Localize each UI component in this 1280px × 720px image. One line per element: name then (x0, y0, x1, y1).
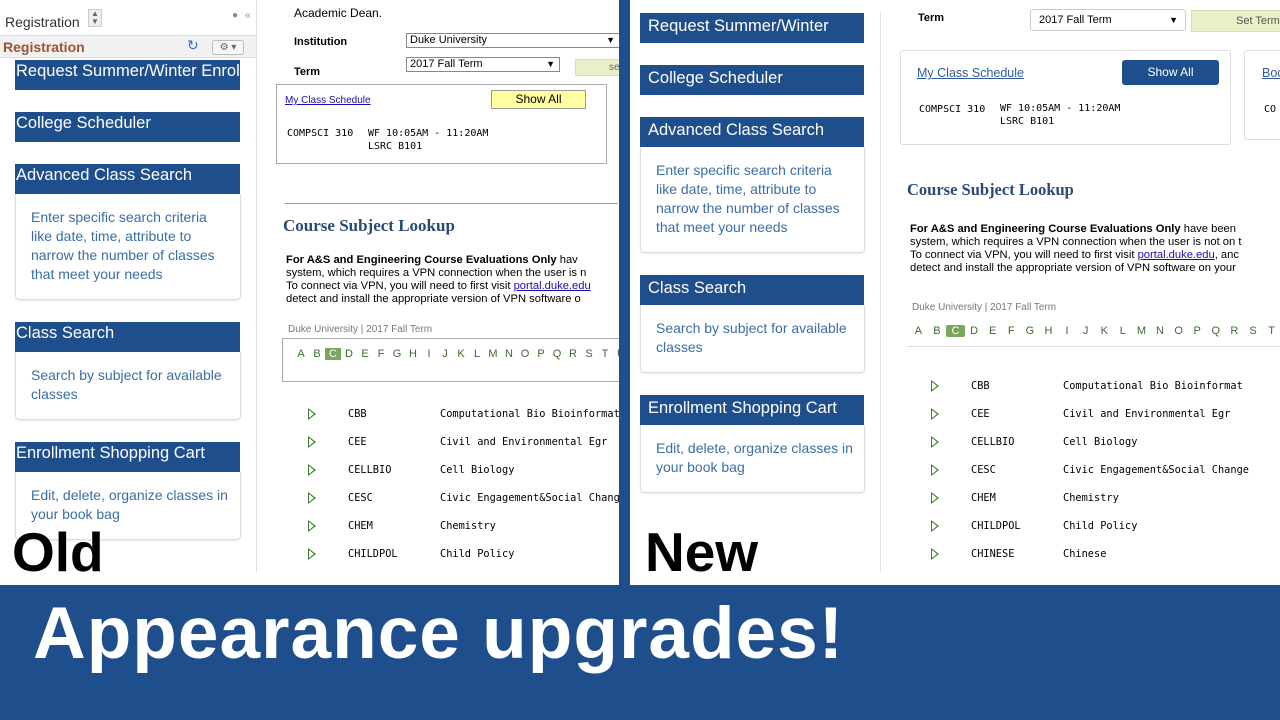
expand-arrow-icon[interactable] (931, 492, 939, 504)
subject-code: CHINESE (971, 548, 1015, 560)
subject-code: CELLBIO (971, 436, 1015, 448)
new-eval-line3-pre: To connect via VPN, you will need to fir… (910, 249, 1138, 261)
new-show-all-button[interactable]: Show All (1122, 60, 1219, 85)
new-letter[interactable]: T (1262, 325, 1280, 337)
new-letter[interactable]: A (909, 325, 928, 337)
new-second-box-link[interactable]: Boo (1262, 66, 1280, 80)
new-letter[interactable]: S (1244, 325, 1263, 337)
expand-arrow-icon[interactable] (931, 548, 939, 560)
subject-code: CHEM (971, 492, 996, 504)
new-term-label: Term (918, 12, 945, 24)
expand-arrow-icon[interactable] (931, 436, 939, 448)
subject-code: CEE (971, 408, 990, 420)
subject-name: Civic Engagement&Social Change (1063, 464, 1249, 476)
expand-arrow-icon[interactable] (931, 520, 939, 532)
new-letter[interactable]: O (1169, 325, 1188, 337)
new-my-class-schedule-link[interactable]: My Class Schedule (917, 66, 1024, 80)
new-term-select[interactable]: 2017 Fall Term ▼ (1030, 9, 1186, 31)
expand-arrow-icon[interactable] (931, 380, 939, 392)
new-course-time: WF 10:05AM - 11:20AM (1000, 103, 1121, 114)
new-az-caption: Duke University | 2017 Fall Term (912, 302, 1057, 313)
new-second-box: Boo CO (1244, 50, 1280, 140)
new-evaluation-notice: For A&S and Engineering Course Evaluatio… (910, 223, 1280, 275)
new-eval-bold: For A&S and Engineering Course Evaluatio… (910, 223, 1181, 235)
new-letter[interactable]: K (1095, 325, 1114, 337)
new-letter[interactable]: B (928, 325, 947, 337)
subject-name: Civil and Environmental Egr (1063, 408, 1231, 420)
new-term-value: 2017 Fall Term (1039, 14, 1112, 26)
new-portal-link[interactable]: portal.duke.edu (1138, 249, 1215, 261)
new-course-code: COMPSCI 310 (919, 104, 986, 115)
new-letter[interactable]: C (946, 325, 965, 337)
new-main-content: Term 2017 Fall Term ▼ Set Term My Class … (0, 0, 1280, 585)
new-letter[interactable]: R (1225, 325, 1244, 337)
dropdown-arrow-icon: ▼ (1169, 15, 1178, 25)
new-letter[interactable]: L (1114, 325, 1133, 337)
new-label: New (645, 521, 759, 583)
new-letter[interactable]: M (1132, 325, 1151, 337)
new-letter[interactable]: Q (1207, 325, 1226, 337)
subject-name: Chemistry (1063, 492, 1119, 504)
new-course-room: LSRC B101 (1000, 116, 1055, 127)
new-class-schedule-box: My Class Schedule Show All COMPSCI 310 W… (900, 50, 1231, 145)
new-letter[interactable]: P (1188, 325, 1207, 337)
subject-name: Child Policy (1063, 520, 1138, 532)
title-banner: Appearance upgrades! (0, 585, 1280, 720)
new-eval-line4: detect and install the appropriate versi… (910, 262, 1236, 274)
expand-arrow-icon[interactable] (931, 408, 939, 420)
new-eval-line1-rest: have been (1180, 223, 1236, 235)
new-letter[interactable]: N (1151, 325, 1170, 337)
new-eval-line2: system, which requires a VPN connection … (910, 236, 1242, 248)
banner-title: Appearance upgrades! (33, 593, 845, 674)
new-letter[interactable]: D (965, 325, 984, 337)
new-alphabet-index: ABCDEFGHIJKLMNOPQRSTU (909, 325, 1280, 337)
subject-code: CESC (971, 464, 996, 476)
subject-name: Cell Biology (1063, 436, 1138, 448)
new-letter[interactable]: I (1058, 325, 1077, 337)
new-letter[interactable]: G (1021, 325, 1040, 337)
new-course-subject-lookup-title: Course Subject Lookup (907, 180, 1074, 199)
expand-arrow-icon[interactable] (931, 464, 939, 476)
new-letter[interactable]: F (1002, 325, 1021, 337)
subject-name: Chinese (1063, 548, 1107, 560)
new-letter[interactable]: E (983, 325, 1002, 337)
new-eval-line3-post: , anc (1214, 249, 1239, 261)
subject-code: CHILDPOL (971, 520, 1021, 532)
new-letter[interactable]: H (1039, 325, 1058, 337)
new-second-box-text: CO (1264, 104, 1277, 115)
new-set-term-button[interactable]: Set Term (1191, 10, 1280, 32)
new-alphabet-underline (907, 346, 1280, 347)
new-letter[interactable]: J (1076, 325, 1095, 337)
subject-name: Computational Bio Bioinformat (1063, 380, 1243, 392)
subject-code: CBB (971, 380, 990, 392)
